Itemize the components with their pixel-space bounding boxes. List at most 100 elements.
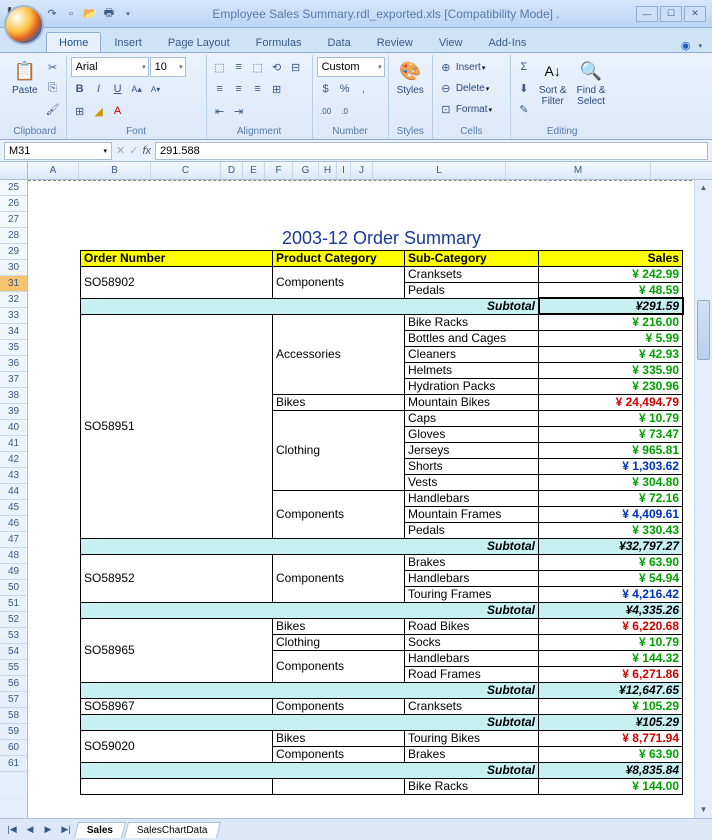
row-header[interactable]: 45 xyxy=(0,500,27,516)
sales-cell[interactable]: ¥ 63.90 xyxy=(539,746,683,762)
align-bottom-button[interactable]: ⬚ xyxy=(249,57,267,77)
order-cell[interactable] xyxy=(81,778,273,794)
orientation-button[interactable]: ⟲ xyxy=(268,57,286,77)
row-header[interactable]: 25 xyxy=(0,180,27,196)
scroll-up-icon[interactable]: ▲ xyxy=(695,180,712,196)
column-header-M[interactable]: M xyxy=(506,162,651,179)
subcategory-cell[interactable]: Mountain Bikes xyxy=(405,394,539,410)
row-header[interactable]: 51 xyxy=(0,596,27,612)
sales-cell[interactable]: ¥ 6,220.68 xyxy=(539,618,683,634)
format-painter-button[interactable]: 🖌 xyxy=(44,99,62,119)
tab-page-layout[interactable]: Page Layout xyxy=(155,32,243,52)
vertical-scrollbar[interactable]: ▲ ▼ xyxy=(694,180,712,818)
category-cell[interactable]: Bikes xyxy=(273,618,405,634)
sheet-tab-sales[interactable]: Sales xyxy=(74,822,126,838)
subcategory-cell[interactable]: Jerseys xyxy=(405,442,539,458)
clear-button[interactable]: ✎ xyxy=(515,99,533,119)
cells-area[interactable]: 2003-12 Order SummaryOrder NumberProduct… xyxy=(28,180,712,818)
tab-home[interactable]: Home xyxy=(46,32,101,52)
number-format-combo[interactable]: Custom▾ xyxy=(317,57,385,77)
subcategory-cell[interactable]: Mountain Frames xyxy=(405,506,539,522)
column-header-L[interactable]: L xyxy=(373,162,506,179)
align-center-button[interactable]: ≡ xyxy=(230,79,248,99)
category-cell[interactable]: Components xyxy=(273,266,405,298)
tab-insert[interactable]: Insert xyxy=(101,32,155,52)
grow-font-button[interactable]: A▴ xyxy=(128,79,146,99)
row-header[interactable]: 31 xyxy=(0,276,27,292)
copy-button[interactable]: ⎘ xyxy=(44,78,62,98)
delete-cells-button[interactable]: ⊖ xyxy=(437,79,455,99)
close-button[interactable]: ✕ xyxy=(684,6,706,22)
select-all-button[interactable] xyxy=(0,162,28,179)
last-sheet-button[interactable]: ▶| xyxy=(58,822,74,838)
subcategory-cell[interactable]: Cranksets xyxy=(405,698,539,714)
category-cell[interactable]: Clothing xyxy=(273,634,405,650)
subtotal-cell[interactable]: ¥4,335.26 xyxy=(539,602,683,618)
subcategory-cell[interactable]: Brakes xyxy=(405,554,539,570)
new-icon[interactable]: ▫ xyxy=(63,6,79,22)
subcategory-cell[interactable]: Helmets xyxy=(405,362,539,378)
subcategory-cell[interactable]: Handlebars xyxy=(405,650,539,666)
italic-button[interactable]: I xyxy=(90,79,108,99)
font-name-combo[interactable]: Arial▾ xyxy=(71,57,149,77)
fill-color-button[interactable]: ◢ xyxy=(90,101,108,121)
sheet-tab-saleschartdata[interactable]: SalesChartData xyxy=(124,822,221,838)
row-header[interactable]: 59 xyxy=(0,724,27,740)
sales-cell[interactable]: ¥ 144.00 xyxy=(539,778,683,794)
row-header[interactable]: 54 xyxy=(0,644,27,660)
align-middle-button[interactable]: ≡ xyxy=(230,57,248,77)
subcategory-cell[interactable]: Pedals xyxy=(405,522,539,538)
row-header[interactable]: 57 xyxy=(0,692,27,708)
formula-input[interactable]: 291.588 xyxy=(155,142,708,160)
print-icon[interactable]: 🖶 xyxy=(101,6,117,22)
row-header[interactable]: 48 xyxy=(0,548,27,564)
subcategory-cell[interactable]: Road Bikes xyxy=(405,618,539,634)
category-cell[interactable]: Bikes xyxy=(273,394,405,410)
paste-button[interactable]: 📋 Paste xyxy=(8,57,42,98)
category-cell[interactable]: Components xyxy=(273,698,405,714)
sales-cell[interactable]: ¥ 6,271.86 xyxy=(539,666,683,682)
row-header[interactable]: 52 xyxy=(0,612,27,628)
sales-cell[interactable]: ¥ 965.81 xyxy=(539,442,683,458)
tab-add-ins[interactable]: Add-Ins xyxy=(475,32,539,52)
row-header[interactable]: 47 xyxy=(0,532,27,548)
column-header-I[interactable]: I xyxy=(337,162,351,179)
sales-cell[interactable]: ¥ 144.32 xyxy=(539,650,683,666)
column-header-A[interactable]: A xyxy=(28,162,79,179)
merge-button[interactable]: ⊞ xyxy=(268,79,286,99)
tab-review[interactable]: Review xyxy=(364,32,426,52)
row-header[interactable]: 41 xyxy=(0,436,27,452)
category-cell[interactable]: Components xyxy=(273,746,405,762)
qat-more-icon[interactable]: ▾ xyxy=(120,6,136,22)
decrease-indent-button[interactable]: ⇤ xyxy=(211,101,229,121)
autosum-button[interactable]: Σ xyxy=(515,57,533,77)
order-cell[interactable]: SO58902 xyxy=(81,266,273,298)
tab-formulas[interactable]: Formulas xyxy=(243,32,315,52)
sales-cell[interactable]: ¥ 105.29 xyxy=(539,698,683,714)
sales-cell[interactable]: ¥ 73.47 xyxy=(539,426,683,442)
sales-cell[interactable]: ¥ 230.96 xyxy=(539,378,683,394)
tab-view[interactable]: View xyxy=(426,32,476,52)
row-header[interactable]: 32 xyxy=(0,292,27,308)
column-header-B[interactable]: B xyxy=(79,162,151,179)
row-header[interactable]: 37 xyxy=(0,372,27,388)
row-header[interactable]: 27 xyxy=(0,212,27,228)
subtotal-cell[interactable]: ¥105.29 xyxy=(539,714,683,730)
minimize-ribbon-icon[interactable]: ▾ xyxy=(698,42,702,50)
subcategory-cell[interactable]: Touring Bikes xyxy=(405,730,539,746)
enter-formula-icon[interactable]: ✓ xyxy=(129,144,138,157)
increase-indent-button[interactable]: ⇥ xyxy=(230,101,248,121)
row-header[interactable]: 26 xyxy=(0,196,27,212)
name-box[interactable]: M31▾ xyxy=(4,142,112,160)
row-header[interactable]: 39 xyxy=(0,404,27,420)
row-header[interactable]: 44 xyxy=(0,484,27,500)
row-header[interactable]: 40 xyxy=(0,420,27,436)
row-header[interactable]: 55 xyxy=(0,660,27,676)
bold-button[interactable]: B xyxy=(71,79,89,99)
category-cell[interactable]: Bikes xyxy=(273,730,405,746)
row-header[interactable]: 50 xyxy=(0,580,27,596)
column-header-J[interactable]: J xyxy=(351,162,373,179)
font-color-button[interactable]: A xyxy=(109,101,127,121)
cut-button[interactable]: ✂ xyxy=(44,57,62,77)
category-cell[interactable]: Components xyxy=(273,554,405,602)
